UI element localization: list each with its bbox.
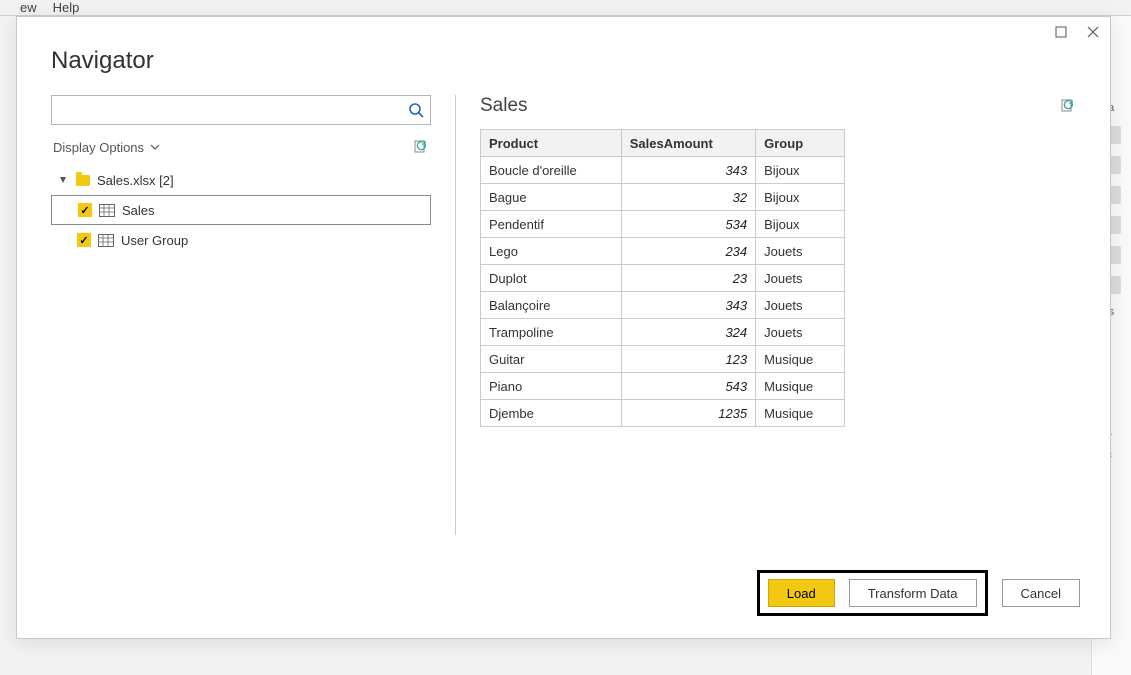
preview-table: Product SalesAmount Group Boucle d'oreil… bbox=[480, 129, 845, 427]
cell-amount: 343 bbox=[621, 292, 755, 319]
dialog-footer: Load Transform Data Cancel bbox=[17, 554, 1110, 638]
chevron-down-icon bbox=[150, 144, 160, 150]
checkbox-checked-icon[interactable]: ✓ bbox=[78, 203, 92, 217]
checkbox-checked-icon[interactable]: ✓ bbox=[77, 233, 91, 247]
cell-product: Piano bbox=[481, 373, 622, 400]
cell-product: Djembe bbox=[481, 400, 622, 427]
cell-amount: 123 bbox=[621, 346, 755, 373]
cell-group: Jouets bbox=[756, 292, 845, 319]
source-tree: Sales.xlsx [2] ✓ Sales ✓ User Group bbox=[51, 165, 431, 255]
cell-amount: 543 bbox=[621, 373, 755, 400]
preview-title: Sales bbox=[480, 95, 528, 117]
column-header[interactable]: Product bbox=[481, 130, 622, 157]
cell-amount: 1235 bbox=[621, 400, 755, 427]
table-icon bbox=[99, 204, 115, 217]
highlight-annotation: Load Transform Data bbox=[757, 570, 988, 616]
cancel-button[interactable]: Cancel bbox=[1002, 579, 1080, 607]
cell-group: Bijoux bbox=[756, 211, 845, 238]
cell-product: Balançoire bbox=[481, 292, 622, 319]
cell-amount: 534 bbox=[621, 211, 755, 238]
background-menubar: ew Help bbox=[0, 0, 1131, 16]
cell-group: Bijoux bbox=[756, 184, 845, 211]
column-header[interactable]: Group bbox=[756, 130, 845, 157]
table-row[interactable]: Lego234Jouets bbox=[481, 238, 845, 265]
cell-product: Boucle d'oreille bbox=[481, 157, 622, 184]
dialog-title: Navigator bbox=[17, 39, 1110, 95]
cell-group: Musique bbox=[756, 373, 845, 400]
bg-menu-item[interactable]: Help bbox=[53, 0, 80, 15]
button-label: Load bbox=[787, 586, 816, 601]
search-input[interactable] bbox=[60, 103, 408, 118]
table-row[interactable]: Pendentif534Bijoux bbox=[481, 211, 845, 238]
table-row[interactable]: Balançoire343Jouets bbox=[481, 292, 845, 319]
display-options-label: Display Options bbox=[53, 140, 144, 155]
cell-product: Duplot bbox=[481, 265, 622, 292]
preview-pane: Sales Product SalesAmount Group Boucle d… bbox=[480, 95, 1076, 554]
cell-amount: 343 bbox=[621, 157, 755, 184]
cell-product: Pendentif bbox=[481, 211, 622, 238]
table-row[interactable]: Trampoline324Jouets bbox=[481, 319, 845, 346]
cell-group: Jouets bbox=[756, 265, 845, 292]
display-options-dropdown[interactable]: Display Options bbox=[53, 140, 160, 155]
cell-amount: 23 bbox=[621, 265, 755, 292]
tree-table-node[interactable]: ✓ User Group bbox=[51, 225, 431, 255]
tree-file-label: Sales.xlsx [2] bbox=[97, 173, 174, 188]
navigator-dialog: Navigator Display Options bbox=[16, 16, 1111, 639]
cell-product: Bague bbox=[481, 184, 622, 211]
cell-group: Musique bbox=[756, 346, 845, 373]
folder-icon bbox=[76, 175, 90, 186]
tree-item-label: User Group bbox=[121, 233, 188, 248]
cell-amount: 32 bbox=[621, 184, 755, 211]
cell-amount: 234 bbox=[621, 238, 755, 265]
table-icon bbox=[98, 234, 114, 247]
column-header[interactable]: SalesAmount bbox=[621, 130, 755, 157]
cell-amount: 324 bbox=[621, 319, 755, 346]
cell-product: Trampoline bbox=[481, 319, 622, 346]
table-row[interactable]: Duplot23Jouets bbox=[481, 265, 845, 292]
cell-group: Bijoux bbox=[756, 157, 845, 184]
search-box[interactable] bbox=[51, 95, 431, 125]
cell-group: Jouets bbox=[756, 238, 845, 265]
bg-menu-item[interactable]: ew bbox=[20, 0, 37, 15]
table-header-row: Product SalesAmount Group bbox=[481, 130, 845, 157]
close-icon[interactable] bbox=[1086, 25, 1100, 39]
refresh-preview-icon[interactable] bbox=[1060, 98, 1076, 114]
navigator-left-pane: Display Options Sales.xlsx [2] bbox=[51, 95, 431, 554]
vertical-divider bbox=[455, 95, 456, 535]
table-row[interactable]: Piano543Musique bbox=[481, 373, 845, 400]
cell-group: Musique bbox=[756, 400, 845, 427]
collapse-icon[interactable] bbox=[59, 176, 69, 184]
table-row[interactable]: Djembe1235Musique bbox=[481, 400, 845, 427]
table-row[interactable]: Guitar123Musique bbox=[481, 346, 845, 373]
cell-product: Lego bbox=[481, 238, 622, 265]
load-button[interactable]: Load bbox=[768, 579, 835, 607]
cell-product: Guitar bbox=[481, 346, 622, 373]
transform-data-button[interactable]: Transform Data bbox=[849, 579, 977, 607]
titlebar bbox=[17, 17, 1110, 39]
button-label: Transform Data bbox=[868, 586, 958, 601]
tree-item-label: Sales bbox=[122, 203, 155, 218]
table-row[interactable]: Bague32Bijoux bbox=[481, 184, 845, 211]
button-label: Cancel bbox=[1021, 586, 1061, 601]
tree-file-node[interactable]: Sales.xlsx [2] bbox=[51, 165, 431, 195]
tree-table-node[interactable]: ✓ Sales bbox=[51, 195, 431, 225]
search-icon[interactable] bbox=[408, 102, 424, 118]
maximize-icon[interactable] bbox=[1054, 25, 1068, 39]
cell-group: Jouets bbox=[756, 319, 845, 346]
refresh-icon[interactable] bbox=[413, 139, 429, 155]
table-row[interactable]: Boucle d'oreille343Bijoux bbox=[481, 157, 845, 184]
